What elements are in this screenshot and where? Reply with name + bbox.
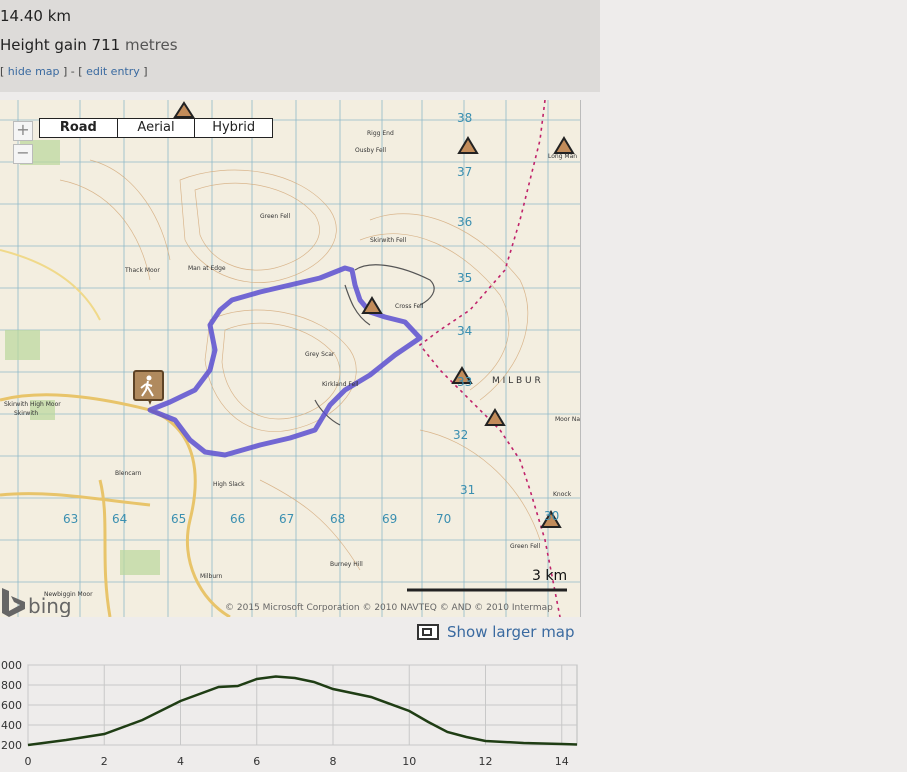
place-name: Blencarn: [115, 470, 142, 477]
height-gain-value: 711: [91, 36, 121, 54]
elevation-x-tick: 10: [402, 755, 416, 768]
elevation-y-tick: 400: [1, 719, 22, 732]
map-type-road[interactable]: Road: [40, 119, 118, 137]
zoom-in-button[interactable]: +: [13, 121, 33, 141]
elevation-x-tick: 8: [330, 755, 337, 768]
zoom-out-button[interactable]: −: [13, 144, 33, 164]
edit-entry-link[interactable]: edit entry: [86, 65, 140, 78]
bing-logo-text: bing: [28, 594, 72, 617]
map-type-hybrid[interactable]: Hybrid: [195, 119, 272, 137]
height-gain: Height gain 711 metres: [0, 36, 178, 54]
grid-y-label: 30: [544, 509, 559, 523]
grid-x-label: 63: [63, 512, 78, 526]
grid-y-label: 31: [460, 483, 475, 497]
place-name: M I L B U R: [492, 376, 541, 386]
place-name: Thack Moor: [124, 267, 160, 274]
route-line[interactable]: [147, 265, 423, 458]
roads: [0, 249, 231, 617]
grid-x-label: 67: [279, 512, 294, 526]
map-type-aerial[interactable]: Aerial: [118, 119, 196, 137]
elevation-x-tick: 2: [101, 755, 108, 768]
grid-x-label: 70: [436, 512, 451, 526]
elevation-line: [27, 675, 578, 747]
grid-x-label: 64: [112, 512, 127, 526]
map-type-switcher: Road Aerial Hybrid: [39, 118, 273, 138]
elevation-y-tick: 800: [1, 679, 22, 692]
place-name: Rigg End: [367, 130, 394, 137]
place-name: Green Fell: [510, 543, 541, 550]
elevation-y-axis: 1000 800 600 400 200: [0, 659, 22, 752]
elevation-x-tick: 4: [177, 755, 184, 768]
place-name: Green Fell: [260, 213, 291, 220]
link-separator: ] - [: [59, 65, 87, 78]
place-name: Burney Hill: [330, 561, 363, 568]
place-name: Skirwith Fell: [370, 237, 407, 244]
place-name: Moor National Nat: [555, 416, 580, 423]
elevation-x-tick: 0: [25, 755, 32, 768]
place-name: Cross Fell: [395, 303, 424, 310]
grid-y-label: 36: [457, 215, 472, 229]
elevation-profile-chart: 1000 800 600 400 200 0 2 4 6 8 10 12 14: [0, 659, 578, 768]
height-gain-label: Height gain: [0, 36, 87, 54]
grid-x-label: 66: [230, 512, 245, 526]
summit-triangle-icon: [484, 408, 506, 426]
bracket-open: [: [0, 65, 8, 78]
route-map[interactable]: 63 64 65 66 67 68 69 70 38 37 36 35 34 33 32 31 30 Ousb…: [0, 100, 581, 617]
elevation-x-tick: 6: [253, 755, 260, 768]
elevation-x-tick: 14: [555, 755, 569, 768]
place-name: Milburn: [200, 573, 222, 580]
show-larger-map-label: Show larger map: [447, 623, 575, 641]
place-name: Knock: [553, 491, 572, 498]
elevation-y-tick: 600: [1, 699, 22, 712]
grid-x-label: 69: [382, 512, 397, 526]
place-name: Kirkland Fell: [322, 381, 359, 388]
map-links: [ hide map ] - [ edit entry ]: [0, 65, 148, 78]
route-summary-panel: 14.40 km Height gain 711 metres [ hide m…: [0, 0, 600, 92]
scale-label: 3 km: [532, 568, 567, 584]
place-name: Skirwith: [14, 410, 38, 417]
place-name: Long Man: [548, 153, 577, 160]
grid-x-labels: 63 64 65 66 67 68 69 70: [63, 512, 451, 526]
woodland-areas: [5, 140, 160, 575]
bracket-close: ]: [139, 65, 148, 78]
map-grid: [0, 100, 580, 617]
grid-y-label: 38: [457, 111, 472, 125]
hide-map-link[interactable]: hide map: [8, 65, 60, 78]
trail-dashed: [418, 100, 561, 617]
summit-triangle-icon: [457, 136, 479, 154]
map-canvas[interactable]: 63 64 65 66 67 68 69 70 38 37 36 35 34 33 32 31 30 Ousb…: [0, 100, 580, 617]
map-copyright: © 2015 Microsoft Corporation © 2010 NAVT…: [225, 603, 553, 613]
elevation-y-tick: 200: [1, 739, 22, 752]
height-gain-unit: metres: [124, 36, 178, 54]
grid-y-label: 35: [457, 271, 472, 285]
start-hiker-icon[interactable]: [133, 370, 164, 405]
grid-y-label: 32: [453, 428, 468, 442]
place-name: Grey Scar: [305, 351, 335, 358]
place-name: High Slack: [213, 481, 245, 488]
place-name: Skirwith High Moor: [4, 401, 61, 408]
place-name: Man at Edge: [188, 265, 226, 272]
route-distance: 14.40 km: [0, 7, 72, 25]
show-larger-map-link[interactable]: Show larger map: [417, 623, 575, 641]
place-names: Ousby Fell Green Fell Skirwith Fell Man at …: [4, 130, 580, 598]
grid-y-label: 33: [457, 375, 472, 389]
grid-x-label: 68: [330, 512, 345, 526]
summit-triangle-icon: [173, 101, 195, 118]
elevation-x-axis: 0 2 4 6 8 10 12 14: [25, 755, 569, 768]
film-frame-icon: [417, 624, 439, 640]
grid-x-label: 65: [171, 512, 186, 526]
elevation-y-tick: 1000: [0, 659, 22, 672]
summit-triangle-icon: [553, 136, 575, 154]
place-name: Ousby Fell: [355, 147, 386, 154]
elevation-x-tick: 12: [479, 755, 493, 768]
grid-y-label: 34: [457, 324, 472, 338]
grid-y-label: 37: [457, 165, 472, 179]
